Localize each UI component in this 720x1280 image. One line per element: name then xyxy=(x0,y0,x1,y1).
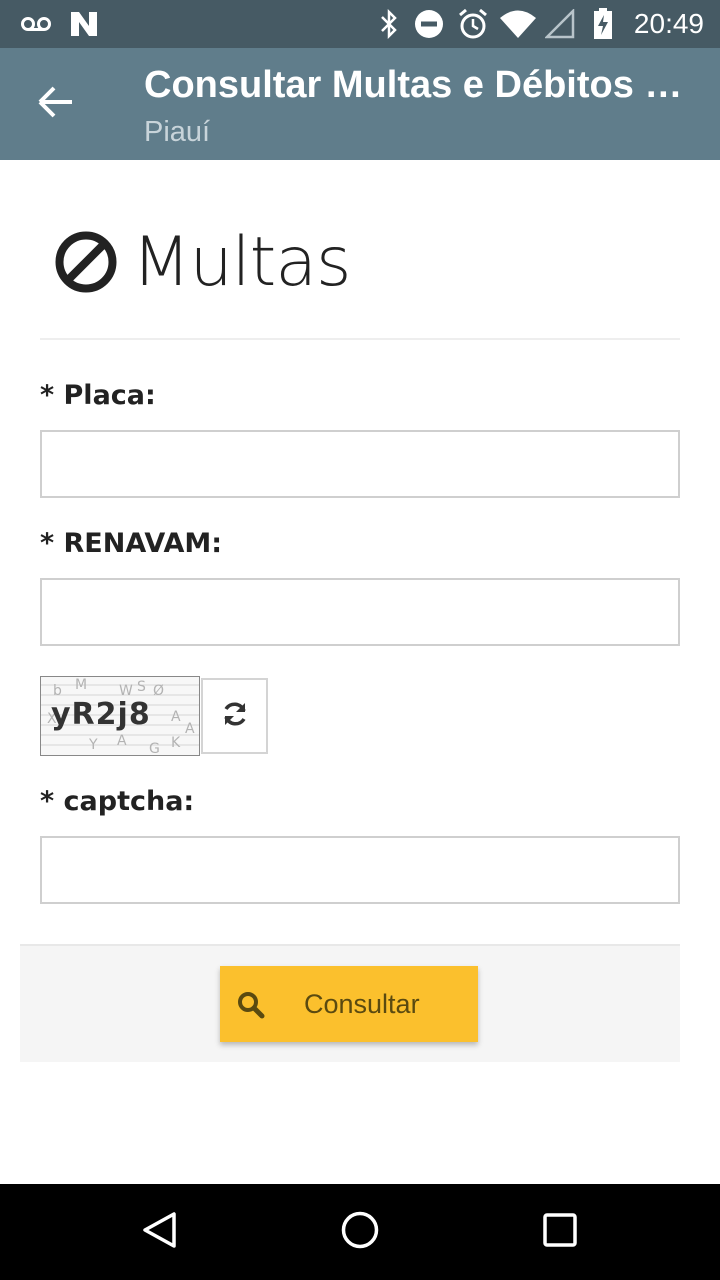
placa-label: * Placa: xyxy=(40,380,156,411)
consultar-label: Consultar xyxy=(304,989,420,1019)
nav-recents-button[interactable] xyxy=(524,1196,596,1268)
alarm-icon xyxy=(456,0,490,48)
n-logo-icon xyxy=(68,0,100,48)
captcha-image: bMWS ØXAA YAGK yR2j8 xyxy=(40,676,200,756)
signal-icon xyxy=(544,0,576,48)
svg-text:Ø: Ø xyxy=(153,683,164,699)
navigation-bar xyxy=(0,1184,720,1280)
renavam-input[interactable] xyxy=(40,578,680,646)
captcha-text: yR2j8 xyxy=(51,697,151,732)
captcha-label: * captcha: xyxy=(40,786,195,817)
page-heading: Multas xyxy=(54,222,351,302)
back-triangle-icon xyxy=(140,1210,180,1254)
app-subtitle: Piauí xyxy=(144,116,211,148)
svg-text:M: M xyxy=(75,677,87,693)
do-not-disturb-icon xyxy=(414,0,444,48)
consultar-button[interactable]: Consultar xyxy=(220,966,478,1042)
status-bar: 20:49 xyxy=(0,0,720,48)
nav-home-button[interactable] xyxy=(324,1196,396,1268)
svg-text:K: K xyxy=(171,735,181,751)
status-time: 20:49 xyxy=(633,8,704,39)
form-actions-panel: Consultar xyxy=(20,944,680,1062)
placa-input[interactable] xyxy=(40,430,680,498)
app-title: Consultar Multas e Débitos - Piauí xyxy=(144,64,690,106)
prohibited-icon xyxy=(54,230,118,294)
recents-square-icon xyxy=(540,1210,580,1254)
svg-text:A: A xyxy=(117,733,127,749)
home-circle-icon xyxy=(340,1210,380,1254)
svg-text:Y: Y xyxy=(88,737,98,753)
back-button[interactable] xyxy=(20,68,92,140)
voicemail-icon xyxy=(20,0,52,48)
app-bar: Consultar Multas e Débitos - Piauí Piauí xyxy=(0,48,720,160)
wifi-icon xyxy=(498,0,538,48)
refresh-icon xyxy=(221,700,249,732)
page-title: Multas xyxy=(132,222,351,302)
captcha-input[interactable] xyxy=(40,836,680,904)
nav-back-button[interactable] xyxy=(124,1196,196,1268)
captcha-refresh-button[interactable] xyxy=(201,678,268,754)
svg-text:G: G xyxy=(149,741,160,756)
divider xyxy=(40,338,680,340)
svg-text:A: A xyxy=(185,721,195,737)
svg-text:S: S xyxy=(137,679,146,695)
svg-text:A: A xyxy=(171,709,181,725)
renavam-label: * RENAVAM: xyxy=(40,528,223,559)
battery-charging-icon xyxy=(590,0,616,48)
arrow-back-icon xyxy=(38,86,74,122)
bluetooth-icon xyxy=(376,0,402,48)
search-icon xyxy=(236,990,266,1020)
